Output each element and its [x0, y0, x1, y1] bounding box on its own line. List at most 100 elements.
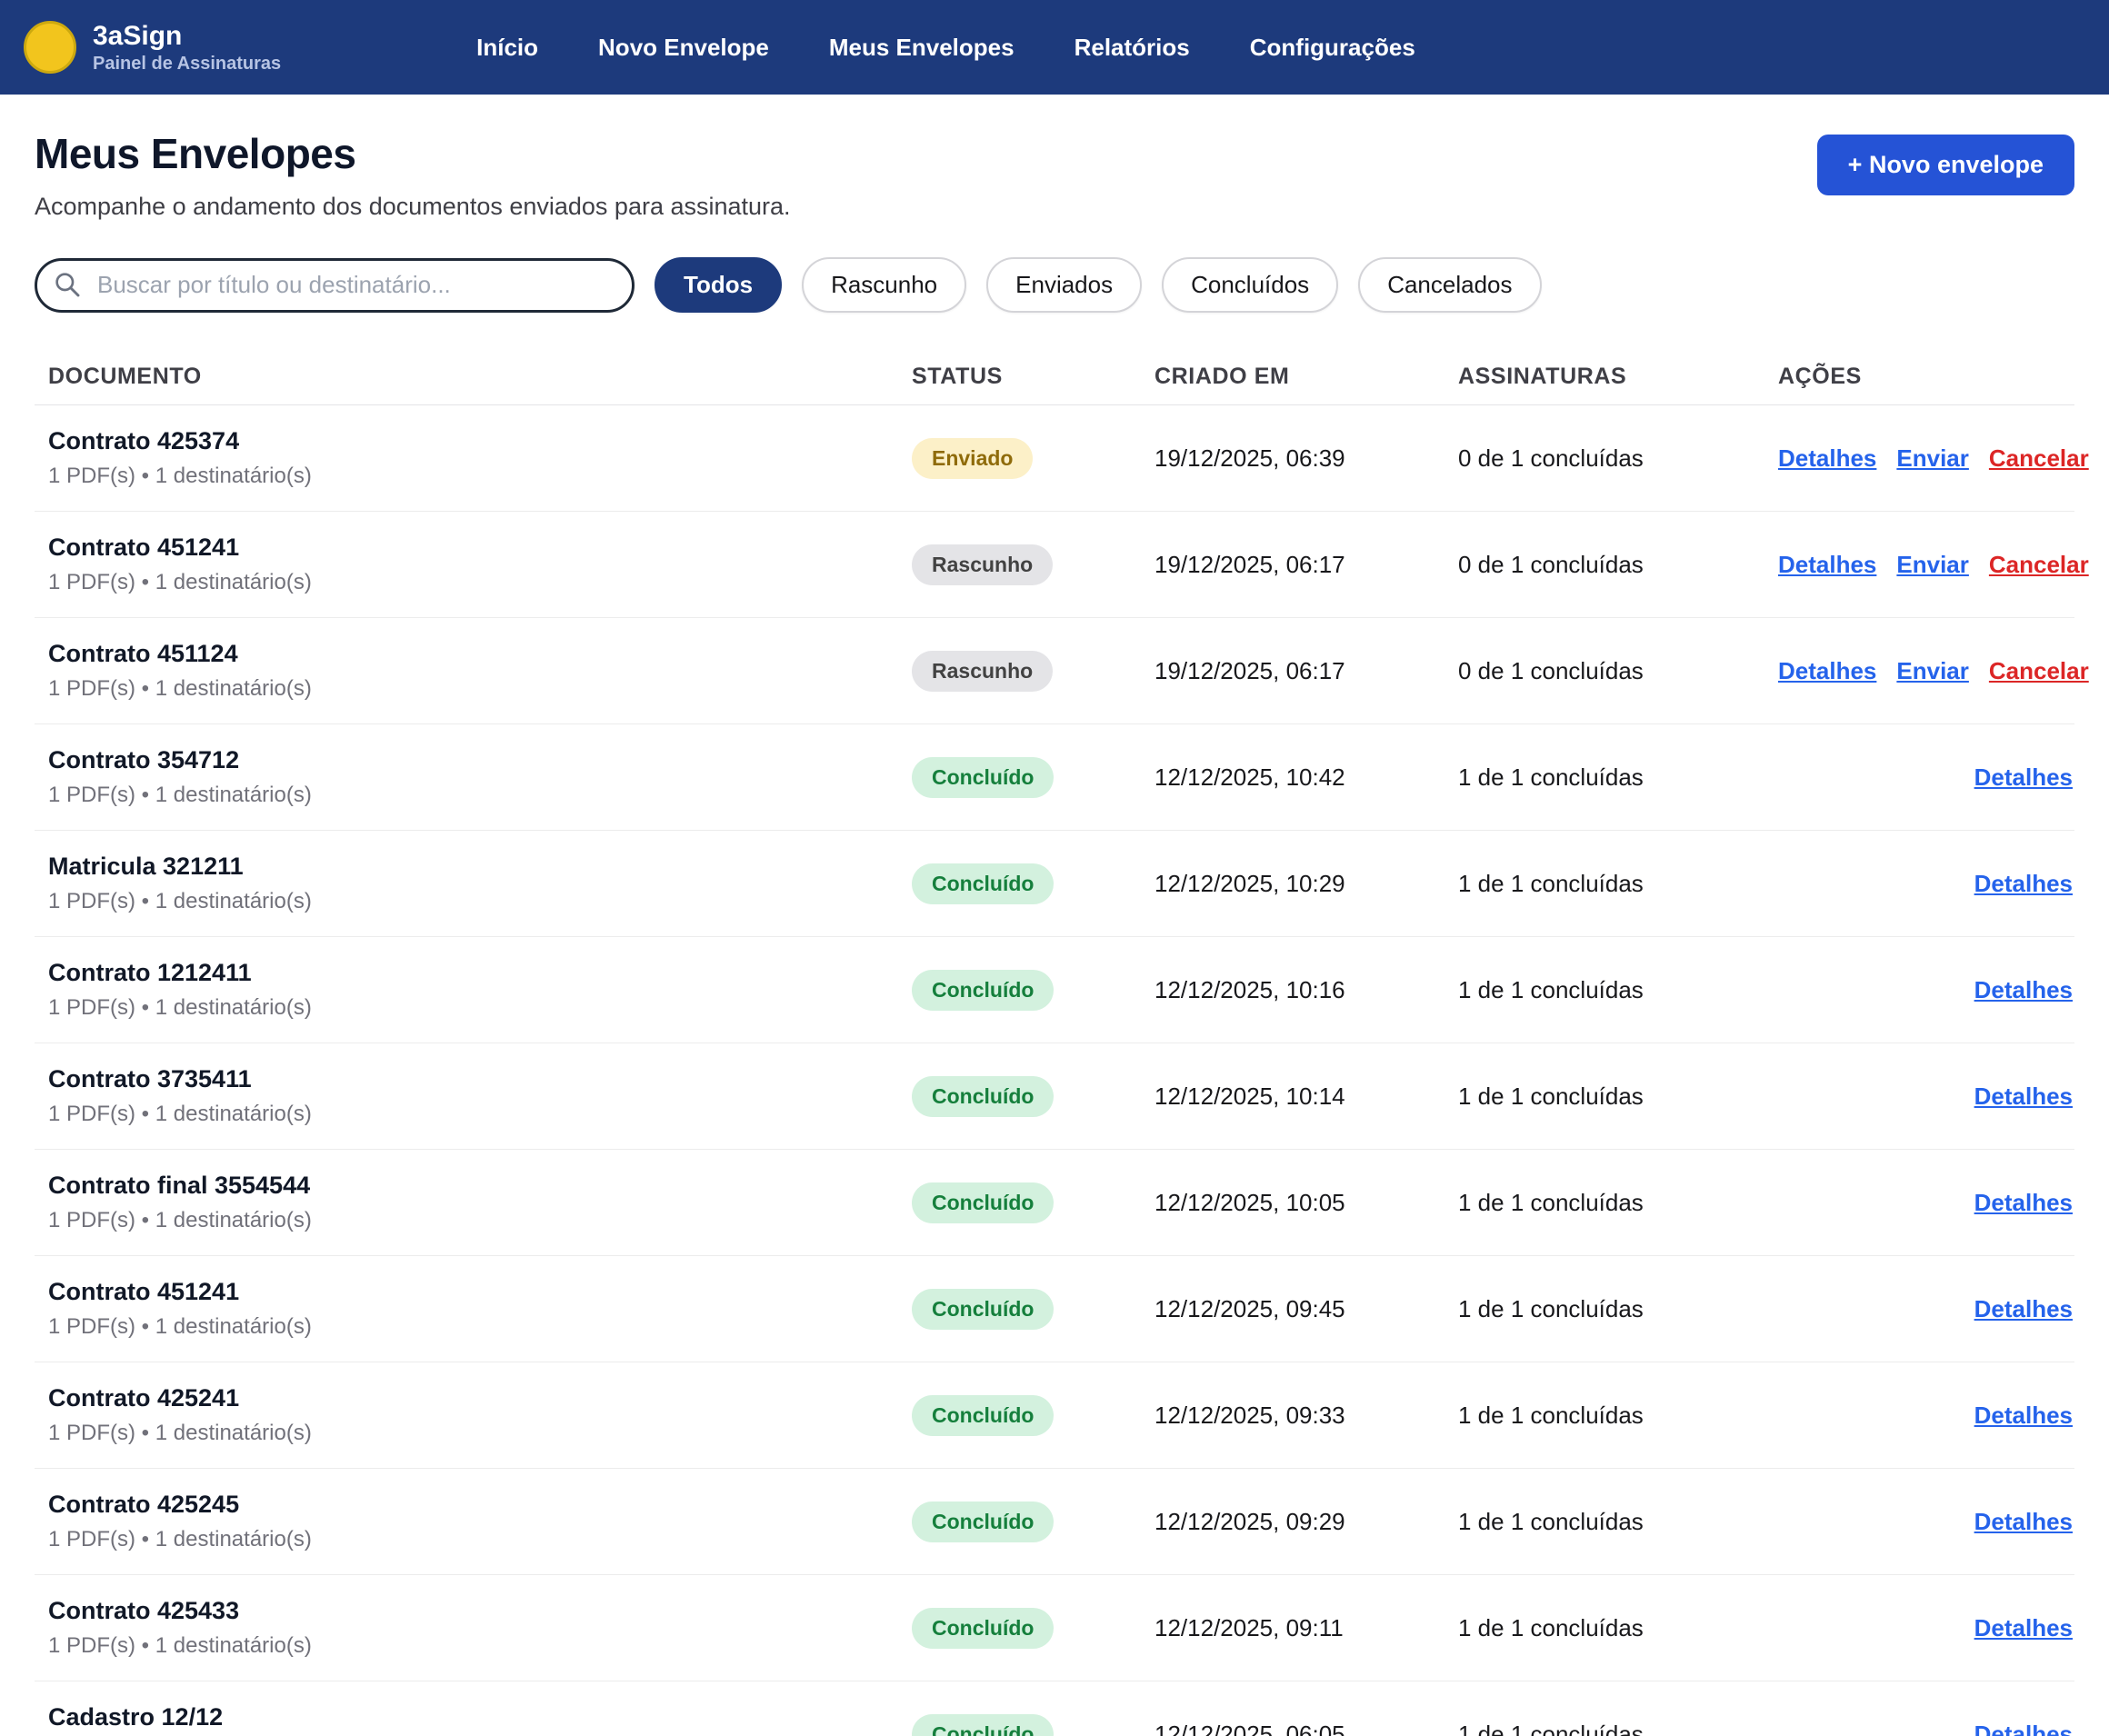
action-cancelar[interactable]: Cancelar: [1989, 444, 2089, 473]
created-at: 12/12/2025, 10:14: [1154, 1083, 1458, 1111]
action-cancelar[interactable]: Cancelar: [1989, 657, 2089, 685]
page-subtitle: Acompanhe o andamento dos documentos env…: [35, 193, 791, 221]
filter-pill-enviados[interactable]: Enviados: [986, 257, 1142, 313]
table-body: Contrato 425374 1 PDF(s) • 1 destinatário…: [35, 405, 2074, 1736]
page-title: Meus Envelopes: [35, 129, 791, 178]
actions-cell: Detalhes: [1778, 870, 2074, 898]
action-detalhes[interactable]: Detalhes: [1778, 657, 1876, 685]
action-detalhes[interactable]: Detalhes: [1974, 1721, 2073, 1736]
status-badge: Concluído: [912, 1502, 1054, 1542]
action-detalhes[interactable]: Detalhes: [1974, 870, 2073, 898]
status-cell: Concluído: [912, 1502, 1154, 1542]
signatures-count: 1 de 1 concluídas: [1458, 1508, 1778, 1536]
signatures-count: 1 de 1 concluídas: [1458, 1083, 1778, 1111]
envelope-row: Cadastro 12/121 PDF(s) • 1 destinatário(…: [35, 1681, 2074, 1736]
brand-subtitle: Painel de Assinaturas: [93, 54, 281, 75]
envelope-row: Contrato 4252451 PDF(s) • 1 destinatário…: [35, 1469, 2074, 1575]
action-detalhes[interactable]: Detalhes: [1974, 763, 2073, 792]
created-at: 12/12/2025, 09:33: [1154, 1402, 1458, 1430]
envelope-row: Contrato 3547121 PDF(s) • 1 destinatário…: [35, 724, 2074, 831]
column-header-criado-em: CRIADO EM: [1154, 364, 1458, 390]
action-enviar[interactable]: Enviar: [1896, 657, 1969, 685]
document-title: Cadastro 12/12: [35, 1703, 912, 1731]
created-at: 19/12/2025, 06:17: [1154, 551, 1458, 579]
brand-name: 3aSign: [93, 21, 281, 51]
status-badge: Concluído: [912, 1076, 1054, 1117]
nav-item-novo-envelope[interactable]: Novo Envelope: [598, 34, 769, 62]
status-badge: Concluído: [912, 1182, 1054, 1223]
envelope-row: Contrato 37354111 PDF(s) • 1 destinatári…: [35, 1043, 2074, 1150]
status-cell: Rascunho: [912, 651, 1154, 692]
action-cancelar[interactable]: Cancelar: [1989, 551, 2089, 579]
document-cell: Contrato 4512411 PDF(s) • 1 destinatário…: [35, 1278, 912, 1340]
nav-item-meus-envelopes[interactable]: Meus Envelopes: [829, 34, 1015, 62]
filter-pill-cancelados[interactable]: Cancelados: [1358, 257, 1541, 313]
envelope-row: Contrato 4512411 PDF(s) • 1 destinatário…: [35, 512, 2074, 618]
action-detalhes[interactable]: Detalhes: [1974, 976, 2073, 1004]
document-meta: 1 PDF(s) • 1 destinatário(s): [35, 1421, 912, 1446]
filter-pill-concluidos[interactable]: Concluídos: [1162, 257, 1338, 313]
action-detalhes[interactable]: Detalhes: [1974, 1189, 2073, 1217]
action-enviar[interactable]: Enviar: [1896, 551, 1969, 579]
document-title: Contrato final 3554544: [35, 1172, 912, 1200]
envelope-row: Contrato final 35545441 PDF(s) • 1 desti…: [35, 1150, 2074, 1256]
action-detalhes[interactable]: Detalhes: [1974, 1083, 2073, 1111]
status-badge: Concluído: [912, 1395, 1054, 1436]
filter-pills: Todos Rascunho Enviados Concluídos Cancelado…: [655, 257, 1542, 313]
created-at: 12/12/2025, 09:45: [1154, 1295, 1458, 1323]
filter-row: Todos Rascunho Enviados Concluídos Cancelado…: [35, 257, 2074, 313]
document-title: Contrato 425241: [35, 1384, 912, 1412]
filter-pill-rascunho[interactable]: Rascunho: [802, 257, 966, 313]
action-detalhes[interactable]: Detalhes: [1974, 1508, 2073, 1536]
action-enviar[interactable]: Enviar: [1896, 444, 1969, 473]
document-cell: Contrato 425241 1 PDF(s) • 1 destinatário…: [35, 1384, 912, 1446]
page-header: Meus Envelopes Acompanhe o andamento dos…: [35, 129, 2074, 221]
envelope-row: Contrato 12124111 PDF(s) • 1 destinatári…: [35, 937, 2074, 1043]
actions-cell: Detalhes: [1778, 1402, 2074, 1430]
action-detalhes[interactable]: Detalhes: [1974, 1295, 2073, 1323]
search-icon: [53, 270, 82, 299]
status-badge: Concluído: [912, 1608, 1054, 1649]
document-meta: 1 PDF(s) • 1 destinatário(s): [35, 889, 912, 914]
signatures-count: 1 de 1 concluídas: [1458, 1614, 1778, 1642]
column-header-status: STATUS: [912, 364, 1154, 390]
document-title: Contrato 425245: [35, 1491, 912, 1519]
document-title: Contrato 451124: [35, 640, 912, 668]
nav-item-inicio[interactable]: Início: [476, 34, 538, 62]
action-detalhes[interactable]: Detalhes: [1778, 551, 1876, 579]
nav-menu: Início Novo Envelope Meus Envelopes Relatór…: [476, 34, 1415, 62]
status-cell: Concluído: [912, 1714, 1154, 1736]
created-at: 12/12/2025, 10:42: [1154, 763, 1458, 792]
status-cell: Concluído: [912, 1182, 1154, 1223]
document-title: Contrato 425374: [35, 427, 912, 455]
envelope-row: Contrato 4254331 PDF(s) • 1 destinatário…: [35, 1575, 2074, 1681]
actions-cell: Detalhes: [1778, 976, 2074, 1004]
document-cell: Contrato final 35545441 PDF(s) • 1 desti…: [35, 1172, 912, 1233]
status-cell: Concluído: [912, 1076, 1154, 1117]
actions-cell: Detalhes: [1778, 1083, 2074, 1111]
document-cell: Matricula 3212111 PDF(s) • 1 destinatári…: [35, 853, 912, 914]
actions-cell: Detalhes: [1778, 1189, 2074, 1217]
created-at: 19/12/2025, 06:17: [1154, 657, 1458, 685]
envelope-row: Contrato 4511241 PDF(s) • 1 destinatário…: [35, 618, 2074, 724]
document-cell: Contrato 4253741 PDF(s) • 1 destinatário…: [35, 427, 912, 489]
filter-pill-todos[interactable]: Todos: [655, 257, 782, 313]
status-cell: Concluído: [912, 863, 1154, 904]
actions-cell: Detalhes Enviar Cancelar: [1778, 657, 2091, 685]
action-detalhes[interactable]: Detalhes: [1974, 1402, 2073, 1430]
created-at: 12/12/2025, 06:05: [1154, 1721, 1458, 1736]
created-at: 12/12/2025, 09:11: [1154, 1614, 1458, 1642]
status-cell: Concluído: [912, 1395, 1154, 1436]
action-detalhes[interactable]: Detalhes: [1778, 444, 1876, 473]
column-header-documento: DOCUMENTO: [35, 364, 912, 390]
status-badge: Concluído: [912, 863, 1054, 904]
column-header-acoes: AÇÕES: [1778, 364, 2074, 390]
document-cell: Cadastro 12/121 PDF(s) • 1 destinatário(…: [35, 1703, 912, 1736]
nav-item-configuracoes[interactable]: Configurações: [1250, 34, 1415, 62]
document-cell: Contrato 4511241 PDF(s) • 1 destinatário…: [35, 640, 912, 702]
action-detalhes[interactable]: Detalhes: [1974, 1614, 2073, 1642]
nav-item-relatorios[interactable]: Relatórios: [1074, 34, 1190, 62]
new-envelope-button[interactable]: + Novo envelope: [1817, 135, 2074, 195]
signatures-count: 1 de 1 concluídas: [1458, 870, 1778, 898]
search-input[interactable]: [35, 258, 635, 313]
